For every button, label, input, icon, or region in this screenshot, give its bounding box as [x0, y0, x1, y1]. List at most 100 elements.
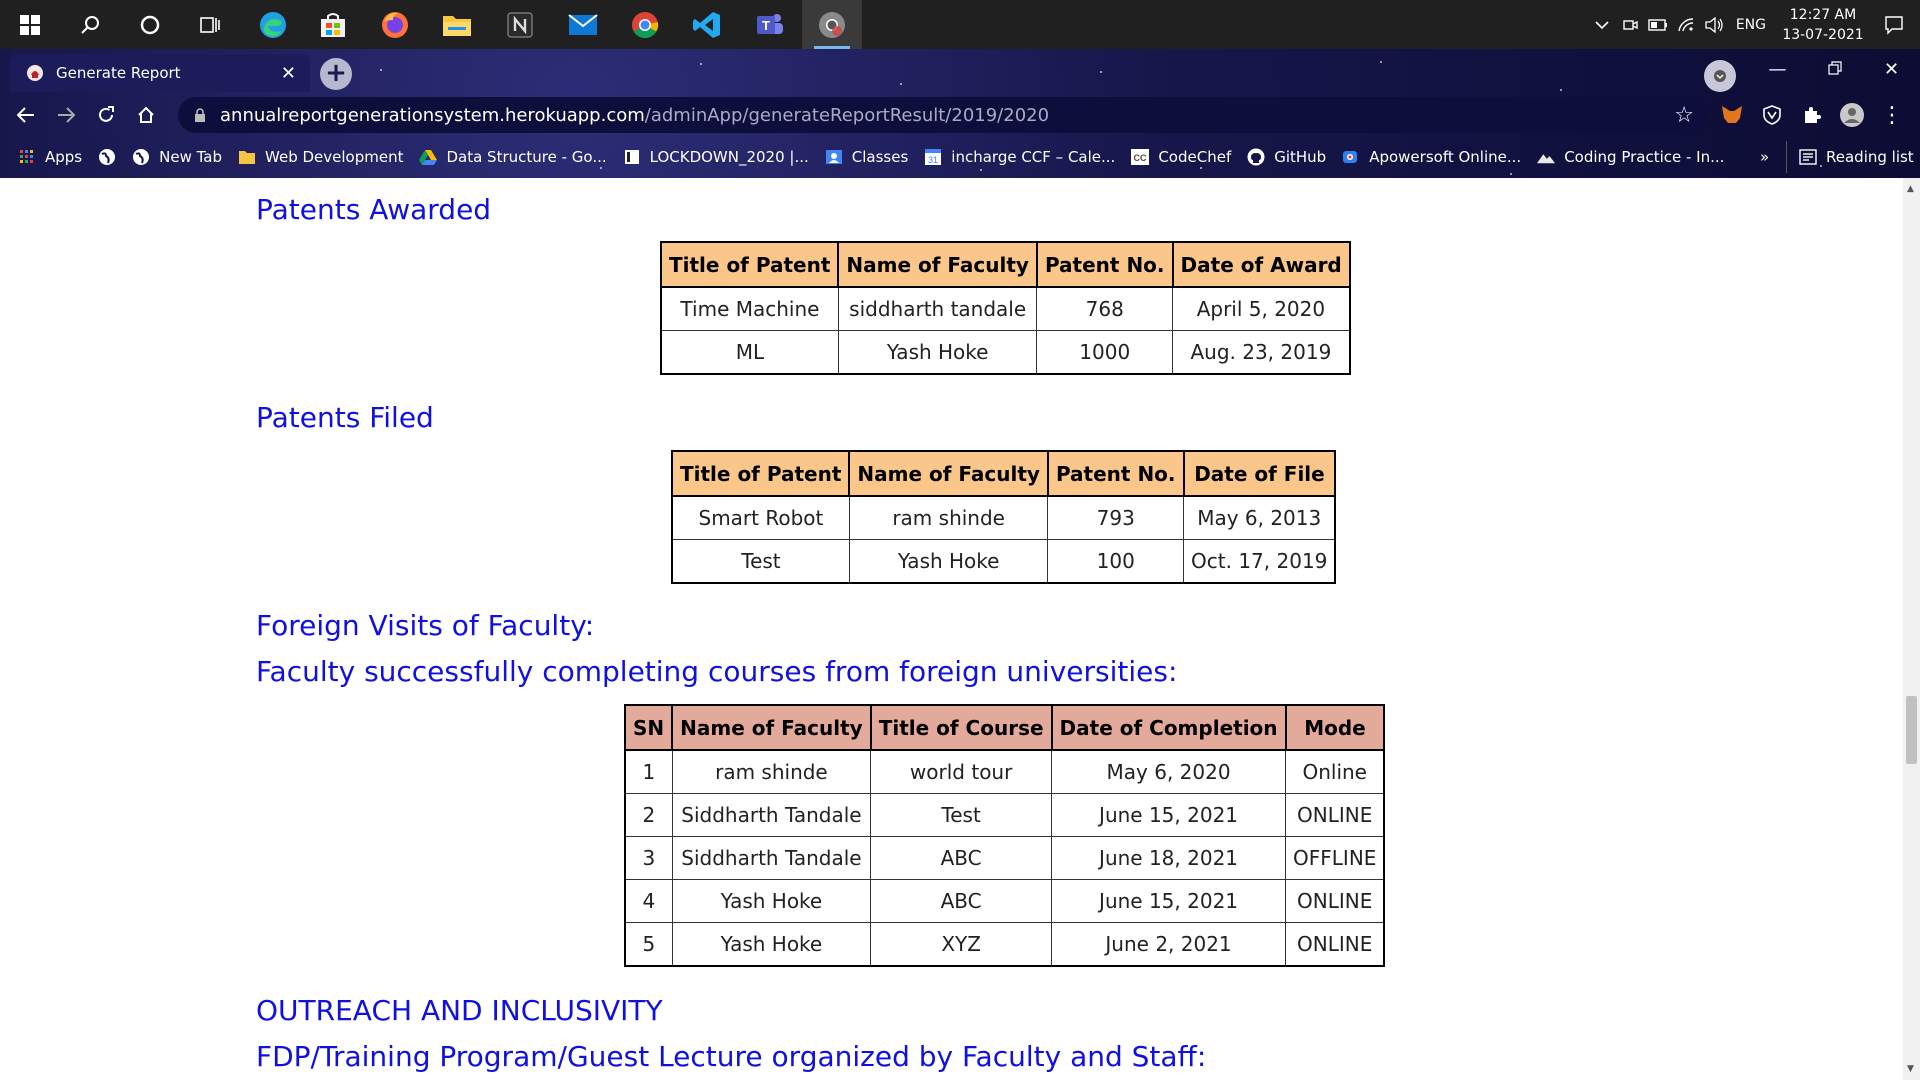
- table-cell: Yash Hoke: [837, 330, 1038, 375]
- bookmark-new-tab[interactable]: New Tab: [124, 141, 230, 173]
- minimize-icon[interactable]: —: [1749, 59, 1806, 80]
- scroll-down-icon[interactable]: ▼: [1907, 1064, 1914, 1074]
- start-icon[interactable]: [0, 0, 60, 49]
- chrome-canary-icon[interactable]: [802, 0, 862, 49]
- bookmark-globe[interactable]: [90, 141, 124, 173]
- input-language[interactable]: ENG: [1736, 17, 1766, 33]
- bookmark-classes[interactable]: Classes: [817, 141, 917, 173]
- table-cell: 4: [624, 879, 673, 923]
- apps-grid-icon: [18, 148, 36, 166]
- bookmark-apps[interactable]: Apps: [10, 141, 90, 173]
- firefox-icon[interactable]: [365, 0, 425, 49]
- table-cell: ram shinde: [848, 495, 1049, 540]
- scrollbar-thumb[interactable]: [1906, 696, 1917, 764]
- metamask-icon[interactable]: [1718, 101, 1746, 129]
- lock-icon[interactable]: [194, 107, 206, 123]
- reading-list-icon: [1799, 148, 1817, 166]
- bookmark-label: Apowersoft Online...: [1369, 148, 1522, 166]
- cortana-icon[interactable]: [120, 0, 180, 49]
- bookmark-codechef[interactable]: CC CodeChef: [1123, 141, 1239, 173]
- page-scrollbar[interactable]: ▲ ▼: [1903, 178, 1920, 1080]
- table-cell: ONLINE: [1285, 793, 1385, 837]
- tab-title: Generate Report: [56, 64, 181, 82]
- table-row: 3 Siddharth Tandale ABC June 18, 2021 OF…: [624, 836, 1385, 880]
- bookmark-label: Classes: [851, 148, 909, 166]
- apowersoft-icon: [1342, 148, 1360, 166]
- reading-list-button[interactable]: Reading list: [1786, 141, 1920, 173]
- table-cell: Online: [1285, 749, 1385, 794]
- task-view-icon[interactable]: [180, 0, 240, 49]
- bookmark-web-development[interactable]: Web Development: [230, 141, 411, 173]
- teams-icon[interactable]: T: [740, 0, 800, 49]
- globe-icon: [98, 148, 116, 166]
- browser-toolbar: annualreportgenerationsystem.herokuapp.c…: [0, 93, 1920, 137]
- notification-icon[interactable]: [1868, 0, 1920, 49]
- new-tab-button[interactable]: +: [320, 58, 352, 90]
- volume-icon[interactable]: [1700, 0, 1728, 49]
- bookmark-incharge-ccf[interactable]: 31 incharge CCF – Cale...: [916, 141, 1123, 173]
- patents-filed-heading: Patents Filed: [256, 401, 434, 434]
- close-tab-icon[interactable]: ✕: [281, 63, 296, 84]
- column-header: Date of File: [1182, 450, 1337, 497]
- back-icon[interactable]: [6, 95, 46, 135]
- bookmark-star-icon[interactable]: ☆: [1674, 103, 1694, 128]
- bookmark-label: Coding Practice - In...: [1564, 148, 1725, 166]
- battery-icon[interactable]: [1644, 0, 1672, 49]
- notion-icon[interactable]: [490, 0, 550, 49]
- address-bar[interactable]: annualreportgenerationsystem.herokuapp.c…: [178, 97, 1708, 133]
- column-header: Title of Patent: [659, 241, 840, 288]
- meet-now-icon[interactable]: [1616, 0, 1644, 49]
- taskbar-clock[interactable]: 12:27 AM 13-07-2021: [1778, 5, 1868, 45]
- restore-icon[interactable]: [1806, 59, 1863, 80]
- shield-icon[interactable]: [1758, 101, 1786, 129]
- bookmark-apowersoft[interactable]: Apowersoft Online...: [1334, 141, 1529, 173]
- scroll-up-icon[interactable]: ▲: [1907, 184, 1914, 194]
- mail-icon[interactable]: [553, 0, 613, 49]
- table-cell: OFFLINE: [1285, 836, 1385, 880]
- store-icon[interactable]: [303, 0, 363, 49]
- window-controls: — ✕: [1749, 49, 1920, 89]
- table-cell: Smart Robot: [671, 495, 850, 540]
- more-bookmarks-button[interactable]: »: [1752, 141, 1777, 173]
- edge-icon[interactable]: [243, 0, 303, 49]
- bookmark-data-structure[interactable]: Data Structure - Go...: [411, 141, 614, 173]
- table-cell: Test: [671, 539, 850, 584]
- url-host: annualreportgenerationsystem.herokuapp.c…: [220, 104, 645, 126]
- table-cell: 3: [624, 836, 673, 880]
- chevron-up-icon[interactable]: [1588, 0, 1616, 49]
- home-icon[interactable]: [126, 95, 166, 135]
- bookmark-label: LOCKDOWN_2020 |...: [649, 148, 809, 166]
- tab-search-icon[interactable]: [1704, 60, 1736, 92]
- forward-icon[interactable]: [46, 95, 86, 135]
- close-window-icon[interactable]: ✕: [1863, 59, 1920, 80]
- table-cell: Aug. 23, 2019: [1172, 330, 1351, 375]
- profile-avatar-icon[interactable]: [1838, 101, 1866, 129]
- menu-kebab-icon[interactable]: ⋮: [1878, 101, 1906, 129]
- table-cell: June 18, 2021: [1051, 836, 1287, 880]
- table-header-row: SN Name of Faculty Title of Course Date …: [623, 704, 1386, 751]
- drive-icon: [419, 148, 438, 166]
- table-row: Test Yash Hoke 100 Oct. 17, 2019: [671, 539, 1336, 584]
- wifi-icon[interactable]: [1672, 0, 1700, 49]
- report-page: Patents Awarded Title of Patent Name of …: [0, 178, 1903, 1080]
- vscode-icon[interactable]: [677, 0, 737, 49]
- table-cell: XYZ: [870, 922, 1053, 967]
- browser-tab[interactable]: Generate Report ✕: [10, 54, 310, 92]
- extensions-puzzle-icon[interactable]: [1798, 101, 1826, 129]
- table-cell: ABC: [870, 879, 1053, 923]
- svg-text:31: 31: [928, 155, 938, 165]
- table-cell: 793: [1047, 495, 1185, 540]
- chrome-icon[interactable]: [615, 0, 675, 49]
- column-header: Patent No.: [1035, 241, 1174, 288]
- codechef-icon: CC: [1131, 148, 1150, 166]
- table-row: Smart Robot ram shinde 793 May 6, 2013: [671, 495, 1336, 540]
- bookmark-lockdown[interactable]: LOCKDOWN_2020 |...: [615, 141, 817, 173]
- bookmark-coding-practice[interactable]: Coding Practice - In...: [1529, 141, 1732, 173]
- column-header: Date of Award: [1171, 241, 1351, 288]
- file-explorer-icon[interactable]: [427, 0, 487, 49]
- column-header: Name of Faculty: [671, 704, 872, 751]
- table-cell: ML: [660, 330, 839, 375]
- search-icon[interactable]: [60, 0, 120, 49]
- bookmark-github[interactable]: GitHub: [1239, 141, 1334, 173]
- reload-icon[interactable]: [86, 95, 126, 135]
